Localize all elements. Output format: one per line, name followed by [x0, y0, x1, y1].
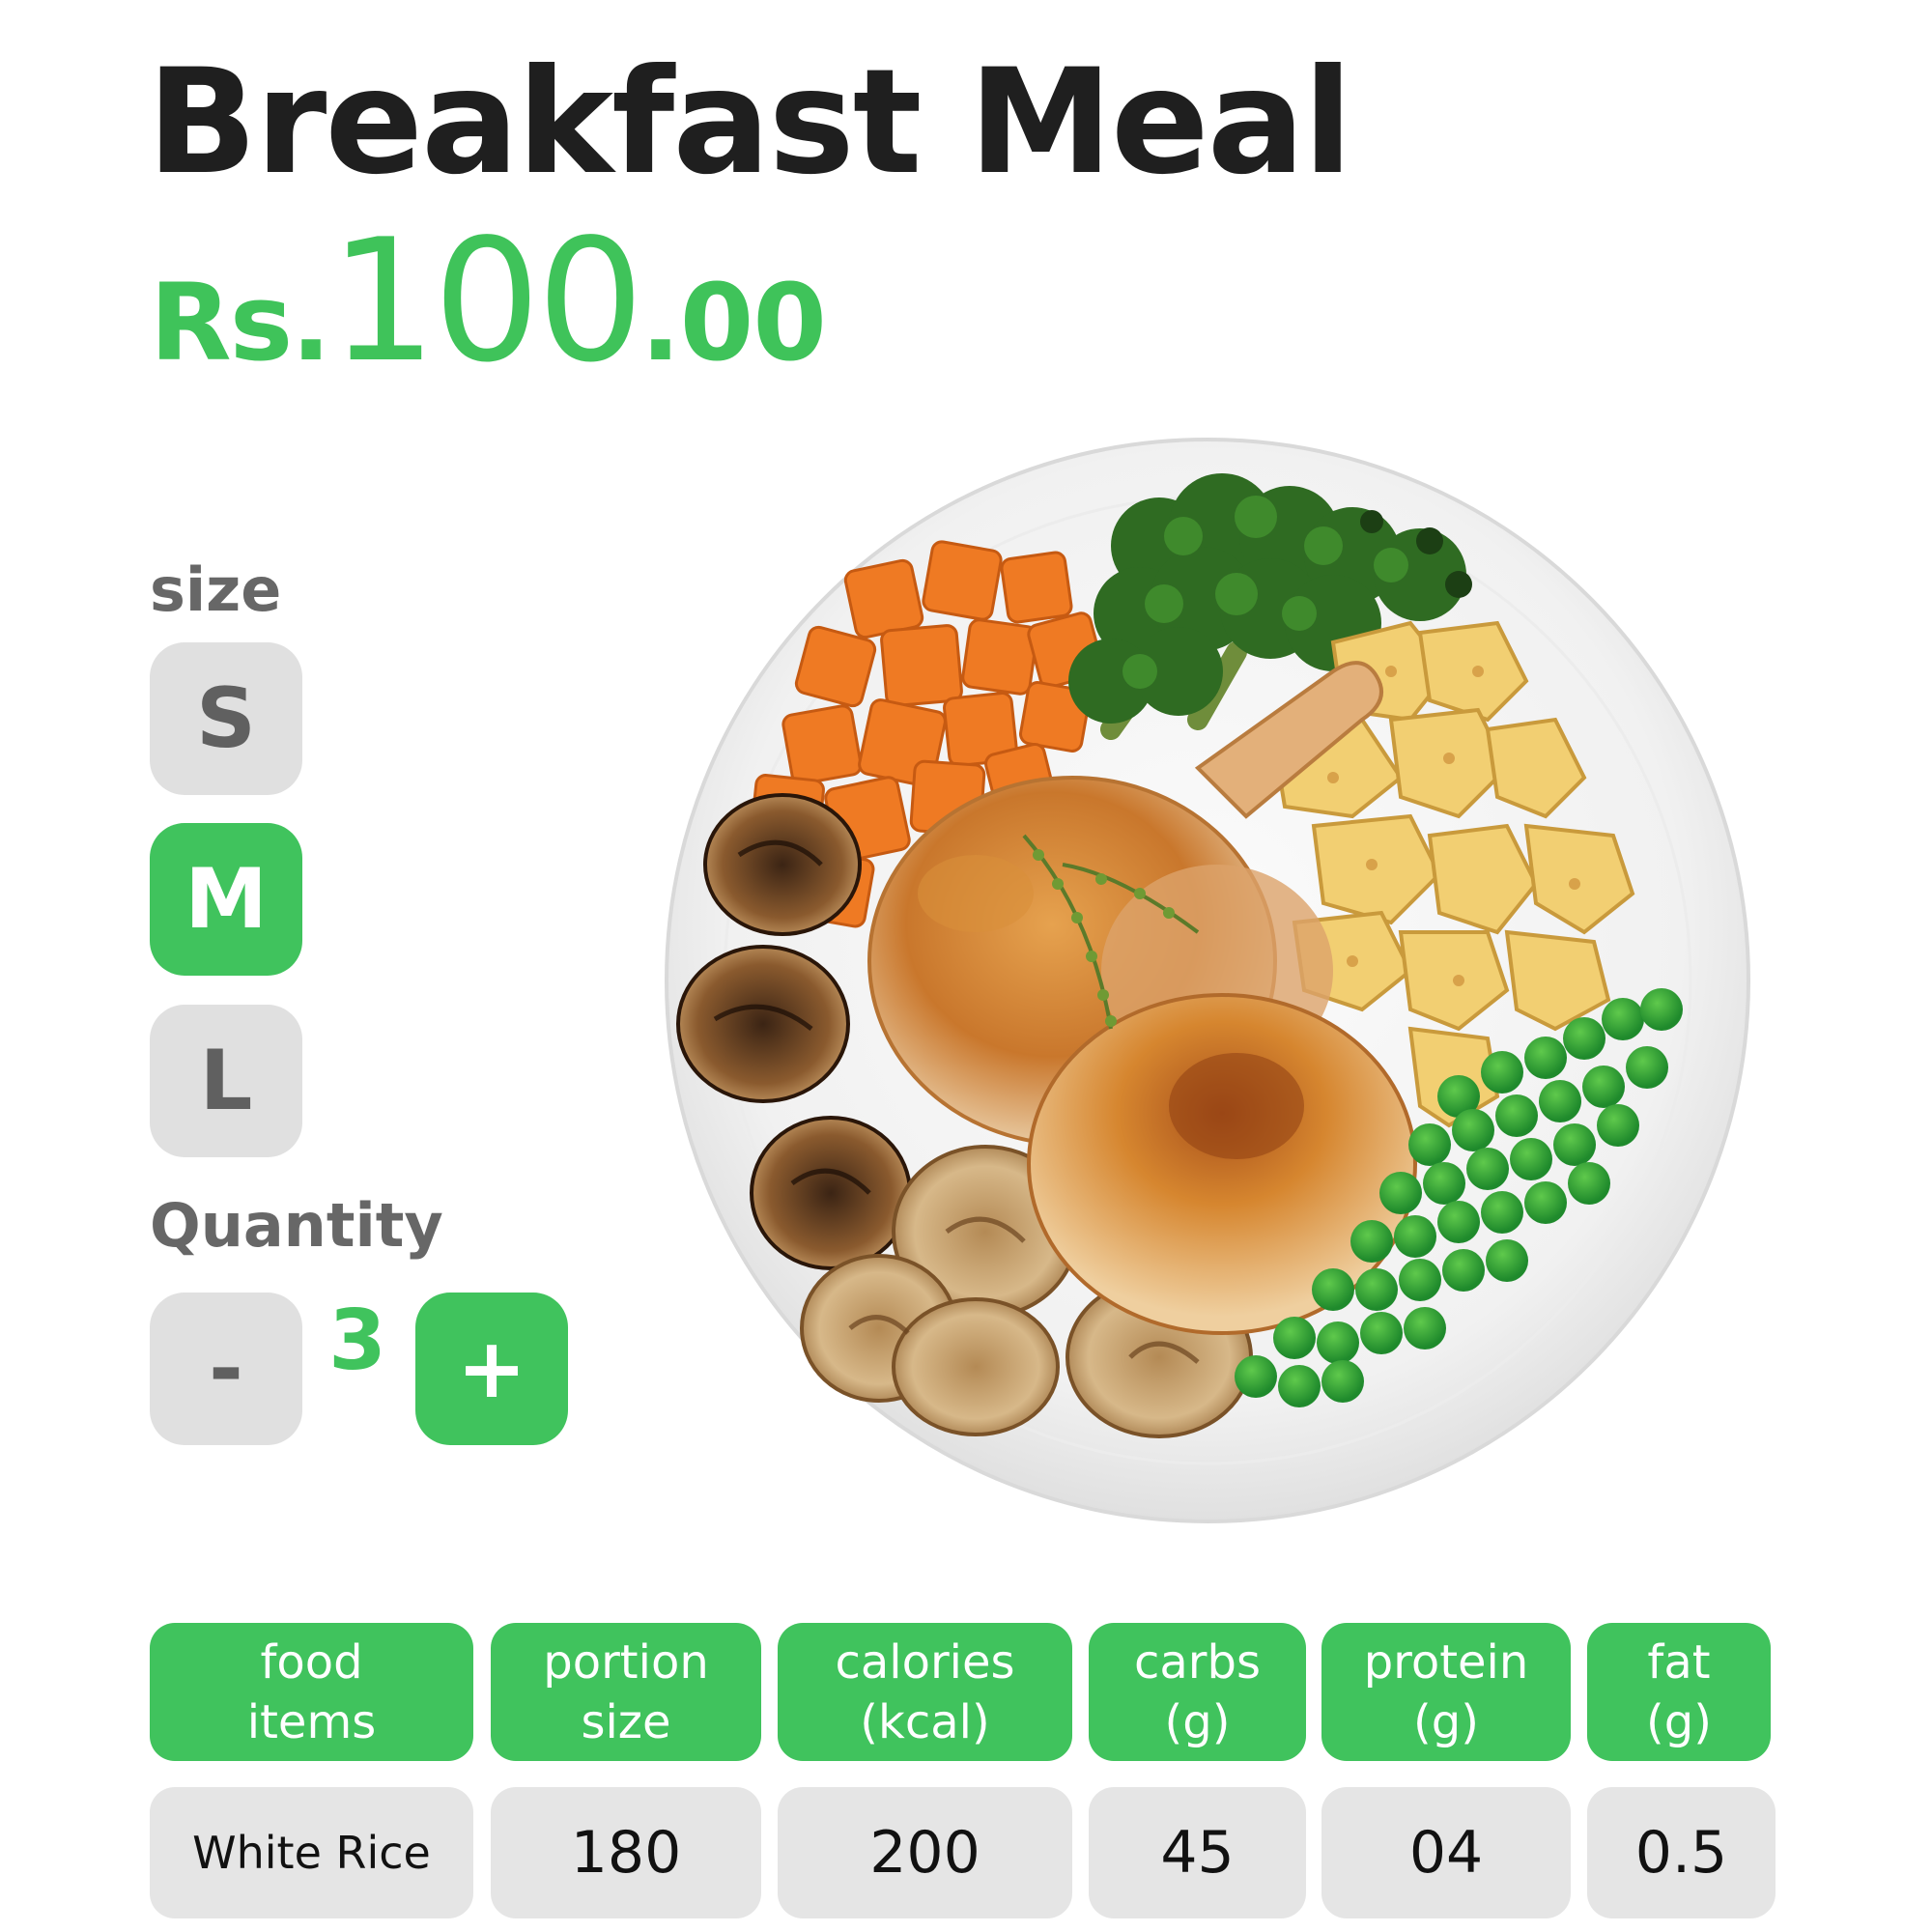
quantity-increment-button[interactable]: +	[415, 1293, 568, 1445]
price-main: 100	[328, 204, 644, 400]
table-cell-fat: 0.5	[1587, 1787, 1776, 1918]
product-price: Rs.100.00	[150, 217, 827, 386]
quantity-value: 3	[328, 1293, 386, 1389]
table-header-food-items: food items	[150, 1623, 473, 1761]
meal-image	[657, 430, 1758, 1531]
size-option-l[interactable]: L	[150, 1005, 302, 1157]
price-decimal: .00	[640, 261, 827, 384]
table-cell-calories: 200	[778, 1787, 1072, 1918]
table-cell-food-item: White Rice	[150, 1787, 473, 1918]
size-option-m[interactable]: M	[150, 823, 302, 976]
table-header-carbs: carbs (g)	[1089, 1623, 1306, 1761]
roast-chicken-plate-image	[665, 438, 1750, 1523]
table-cell-protein: 04	[1321, 1787, 1571, 1918]
price-currency: Rs.	[150, 261, 331, 384]
table-header-portion-size: portion size	[491, 1623, 761, 1761]
table-header-fat: fat (g)	[1587, 1623, 1771, 1761]
quantity-label: Quantity	[150, 1190, 443, 1261]
quantity-decrement-button[interactable]: -	[150, 1293, 302, 1445]
table-cell-portion-size: 180	[491, 1787, 761, 1918]
table-header-protein: protein (g)	[1321, 1623, 1571, 1761]
size-option-s[interactable]: S	[150, 642, 302, 795]
table-header-calories: calories (kcal)	[778, 1623, 1072, 1761]
product-title: Breakfast Meal	[147, 39, 1352, 207]
table-cell-carbs: 45	[1089, 1787, 1306, 1918]
size-label: size	[150, 554, 282, 625]
product-detail-page: Breakfast Meal Rs.100.00 size S M L Quan…	[0, 0, 1932, 1932]
